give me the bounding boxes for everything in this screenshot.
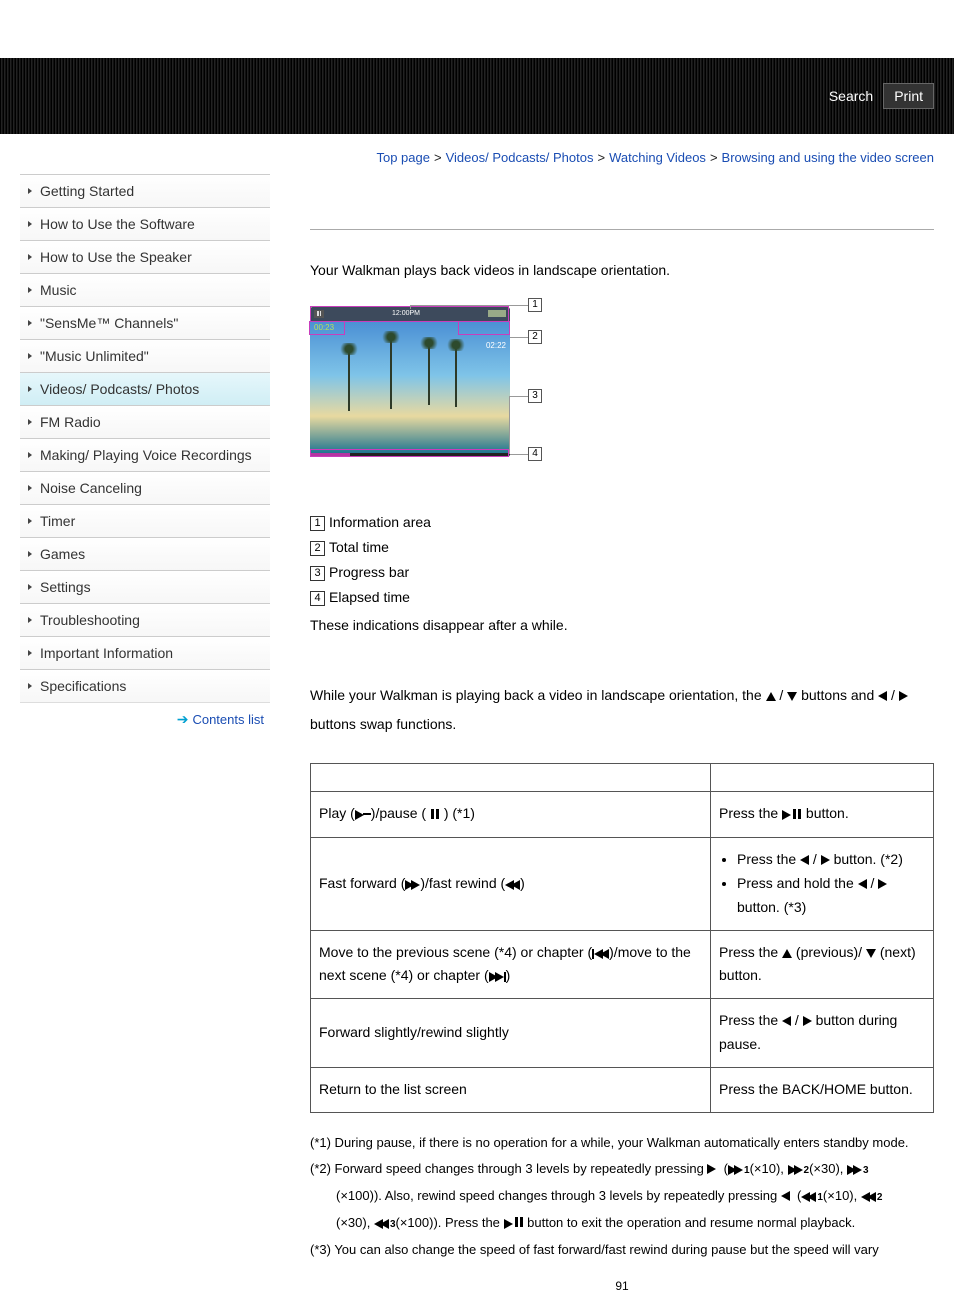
footnote-2: (*2) Forward speed changes through 3 lev… [310,1157,934,1182]
nav-item-settings[interactable]: Settings [20,570,270,603]
nav-item-music-unlimited[interactable]: "Music Unlimited" [20,339,270,372]
page-number: 91 [310,1279,934,1313]
left-icon [800,855,809,865]
sidebar: Getting Started How to Use the Software … [20,148,270,1313]
footnote-3: (*3) You can also change the speed of fa… [310,1238,934,1263]
down-icon [866,949,876,958]
nav-item-speaker[interactable]: How to Use the Speaker [20,240,270,273]
legend-3: Progress bar [329,564,409,580]
crumb-watching[interactable]: Watching Videos [609,150,706,165]
diagram-clock: 12:00PM [392,310,420,317]
play-pause-icon [504,1211,524,1236]
legend-note: These indications disappear after a whil… [310,617,934,633]
nav-item-fm-radio[interactable]: FM Radio [20,405,270,438]
left-icon [878,691,887,701]
left-icon [781,1191,790,1201]
diagram-elapsed: 00:23 [314,323,334,332]
footnotes: (*1) During pause, if there is no operat… [310,1131,934,1263]
play-pause-icon [782,803,802,827]
down-icon [787,692,797,701]
nav-item-videos[interactable]: Videos/ Podcasts/ Photos [20,372,270,405]
diagram-total: 02:22 [486,341,506,350]
controls-table: Play ()/pause ( ) (*1) Press the button.… [310,763,934,1112]
pause-icon [430,803,440,827]
table-row: Return to the list screen Press the BACK… [311,1067,934,1112]
search-link[interactable]: Search [829,88,873,104]
rwd-icon [505,880,520,890]
left-icon [858,879,867,889]
nav-item-noise[interactable]: Noise Canceling [20,471,270,504]
battery-icon [488,310,506,317]
callout-4: 4 [528,447,542,461]
play-icon [355,810,364,820]
crumb-current: Browsing and using the video screen [722,150,934,165]
breadcrumb: Top page>Videos/ Podcasts/ Photos>Watchi… [310,148,934,169]
table-row: Fast forward ()/fast rewind () Press the… [311,838,934,930]
callout-3: 3 [528,389,542,403]
nav-item-music[interactable]: Music [20,273,270,306]
table-row: Forward slightly/rewind slightly Press t… [311,999,934,1068]
nav-item-sensme[interactable]: "SensMe™ Channels" [20,306,270,339]
crumb-videos[interactable]: Videos/ Podcasts/ Photos [446,150,594,165]
nav-item-games[interactable]: Games [20,537,270,570]
right-icon [803,1016,812,1026]
main-content: Top page>Videos/ Podcasts/ Photos>Watchi… [270,148,934,1313]
nav-list: Getting Started How to Use the Software … [20,174,270,703]
arrow-right-icon: ➔ [177,711,189,727]
pause-status-icon [314,310,324,318]
nav-item-software[interactable]: How to Use the Software [20,207,270,240]
legend-2: Total time [329,539,389,555]
divider [310,229,934,230]
right-icon [707,1164,716,1174]
nav-item-specifications[interactable]: Specifications [20,669,270,702]
top-bar: Search Print [0,58,954,134]
contents-list-link[interactable]: Contents list [192,712,264,727]
left-icon [782,1016,791,1026]
nav-item-voice[interactable]: Making/ Playing Voice Recordings [20,438,270,471]
crumb-top[interactable]: Top page [376,150,430,165]
intro-text: Your Walkman plays back videos in landsc… [310,260,934,281]
legend-4: Elapsed time [329,589,410,605]
right-icon [821,855,830,865]
legend: 1Information area 2Total time 3Progress … [310,510,934,611]
legend-1: Information area [329,514,431,530]
video-screen-diagram: 12:00PM 00:23 02:22 1 2 3 4 [310,299,560,474]
up-icon [766,692,776,701]
right-icon [899,691,908,701]
nav-item-important[interactable]: Important Information [20,636,270,669]
footnote-1: (*1) During pause, if there is no operat… [310,1131,934,1156]
callout-2: 2 [528,330,542,344]
callout-1: 1 [528,298,542,312]
diagram-progress-bar [310,453,510,457]
nav-item-troubleshooting[interactable]: Troubleshooting [20,603,270,636]
nav-item-timer[interactable]: Timer [20,504,270,537]
table-row: Play ()/pause ( ) (*1) Press the button. [311,792,934,838]
device-screen: 12:00PM 00:23 02:22 [310,307,510,457]
print-button[interactable]: Print [883,83,934,109]
nav-item-getting-started[interactable]: Getting Started [20,174,270,207]
prev-chapter-icon [592,949,609,959]
next-chapter-icon [489,972,506,982]
table-row: Move to the previous scene (*4) or chapt… [311,930,934,999]
swap-note: While your Walkman is playing back a vid… [310,681,934,740]
ffwd-icon [405,880,420,890]
right-icon [878,879,887,889]
up-icon [782,949,792,958]
